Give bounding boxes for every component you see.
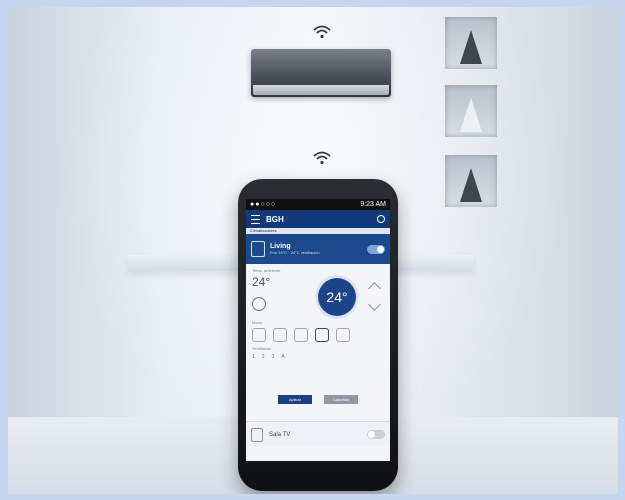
control-panel: Temp. ambiente 24° 24° Modo Ventilación … [246, 264, 390, 384]
device-status: Frío 24°C · 24°C ventilación [270, 250, 320, 255]
vase-dark [460, 30, 482, 64]
wifi-icon [312, 25, 332, 39]
mode-fan-icon[interactable] [336, 328, 350, 342]
setpoint-dial[interactable]: 24° [318, 278, 356, 316]
wall-niche-middle [445, 85, 497, 137]
menu-icon[interactable] [251, 214, 260, 224]
mode-dry-icon[interactable] [315, 328, 329, 342]
mode-heat-icon[interactable] [273, 328, 287, 342]
status-bar: ●●○○○ 9:23 AM [246, 199, 390, 210]
fan-speed-selector: 1 2 3 A [252, 354, 285, 360]
apply-button[interactable]: Aplicar [278, 395, 312, 404]
wall-niche-bottom [445, 155, 497, 207]
smartphone: ●●○○○ 9:23 AM BGH Climatizadores Living … [238, 179, 398, 491]
phone-screen: ●●○○○ 9:23 AM BGH Climatizadores Living … [246, 199, 390, 461]
air-conditioner-unit [251, 49, 391, 97]
mode-label: Modo [252, 320, 263, 325]
cancel-button[interactable]: Cancelar [324, 395, 358, 404]
vase-dark [460, 168, 482, 202]
fan-level-auto[interactable]: A [281, 354, 284, 360]
signal-indicator: ●●○○○ [250, 201, 277, 208]
device-card-living[interactable]: Living Frío 24°C · 24°C ventilación [246, 234, 390, 264]
device-card-sala[interactable]: Sala TV [246, 421, 390, 447]
power-toggle[interactable] [367, 430, 385, 439]
room-photo: ●●○○○ 9:23 AM BGH Climatizadores Living … [8, 7, 618, 494]
chevron-down-icon[interactable] [368, 298, 381, 311]
fan-level-2[interactable]: 2 [262, 354, 265, 360]
power-toggle[interactable] [367, 244, 385, 254]
ambient-label: Temp. ambiente [252, 268, 281, 273]
fan-level-1[interactable]: 1 [252, 354, 255, 360]
device-name: Living [270, 243, 291, 250]
vase-light [460, 98, 482, 132]
wall-niche-top [445, 17, 497, 69]
search-icon[interactable] [377, 215, 385, 223]
mode-cool-icon[interactable] [252, 328, 266, 342]
status-time: 9:23 AM [360, 201, 386, 208]
clock-icon[interactable] [252, 297, 266, 311]
air-conditioner-icon [251, 241, 265, 257]
mode-selector [252, 328, 350, 342]
app-title: BGH [266, 214, 284, 224]
device-name: Sala TV [269, 431, 291, 438]
app-bar: BGH [246, 210, 390, 228]
air-conditioner-icon [251, 427, 263, 442]
mode-auto-icon[interactable] [294, 328, 308, 342]
fan-label: Ventilación [252, 346, 272, 351]
fan-level-3[interactable]: 3 [272, 354, 275, 360]
action-buttons: Aplicar Cancelar [246, 395, 390, 404]
ambient-temperature: 24° [252, 275, 271, 289]
wifi-icon [312, 151, 332, 165]
